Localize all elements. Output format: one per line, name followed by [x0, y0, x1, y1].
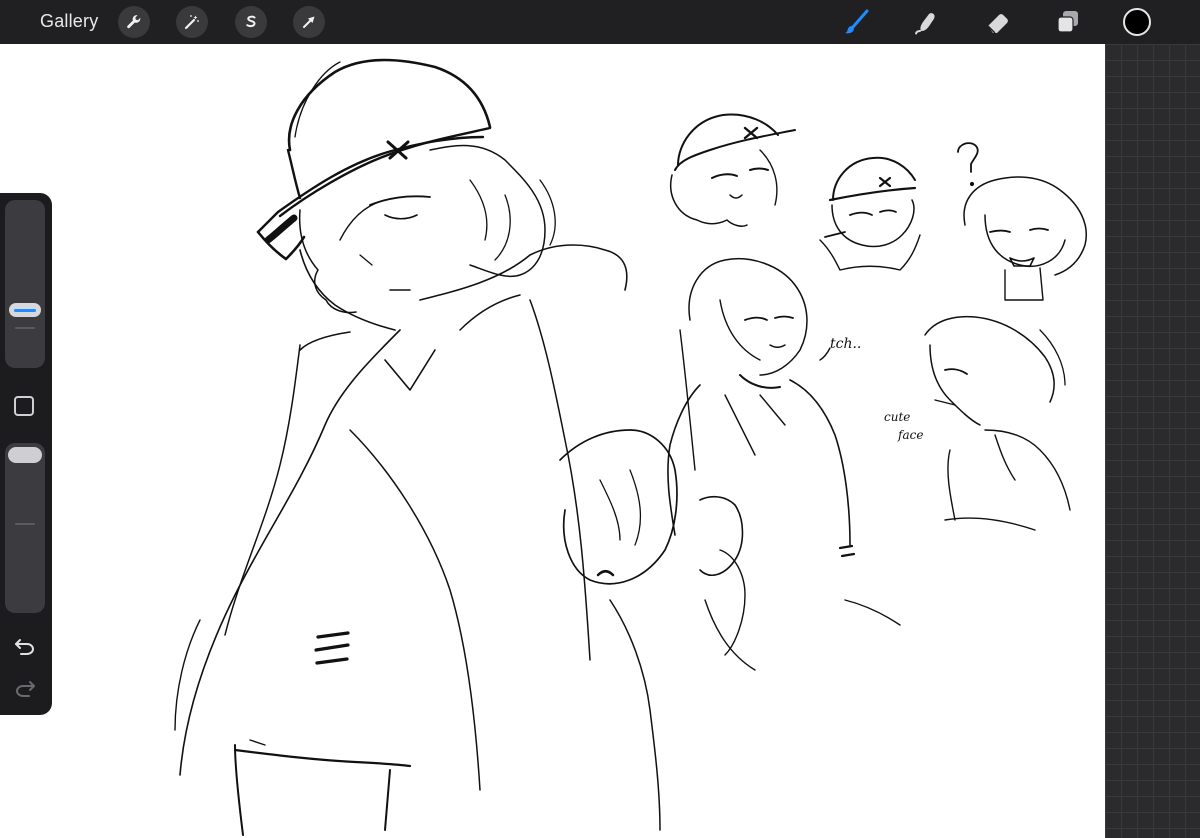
layers-icon: [1057, 11, 1078, 33]
layers-button[interactable]: [1051, 5, 1085, 39]
selection-button[interactable]: [235, 6, 267, 38]
opacity-thumb[interactable]: [8, 447, 42, 463]
slider-tick: [15, 523, 35, 525]
brush-icon: [845, 9, 869, 34]
color-button[interactable]: [1120, 5, 1154, 39]
gallery-button[interactable]: Gallery: [40, 11, 98, 32]
sketch-artwork: [174, 58, 1087, 836]
canvas-background-grid: [1105, 44, 1200, 838]
opacity-slider[interactable]: [5, 443, 45, 613]
adjustments-button[interactable]: [176, 6, 208, 38]
brush-size-thumb[interactable]: [9, 303, 41, 317]
brush-tool[interactable]: [840, 5, 874, 39]
annotation-tch: tch..: [830, 336, 862, 352]
redo-icon: [16, 681, 35, 697]
selection-icon: [246, 15, 256, 28]
annotation-cute: cute: [884, 410, 911, 424]
brush-size-slider[interactable]: [5, 200, 45, 368]
actions-button[interactable]: [118, 6, 150, 38]
color-swatch: [1123, 8, 1151, 36]
undo-icon: [15, 639, 34, 655]
top-toolbar: Gallery: [0, 0, 1200, 44]
transform-arrow-icon: [303, 16, 315, 28]
sidebar: [0, 193, 52, 715]
redo-button[interactable]: [10, 675, 40, 701]
annotation-face: face: [898, 428, 924, 442]
modify-button[interactable]: [14, 396, 34, 416]
undo-button[interactable]: [10, 633, 40, 659]
drawing-canvas[interactable]: tch.. cute face: [0, 44, 1105, 838]
transform-button[interactable]: [293, 6, 325, 38]
smudge-tool[interactable]: [910, 5, 944, 39]
magic-wand-icon: [184, 15, 199, 30]
smudge-icon: [915, 13, 935, 35]
wrench-icon: [127, 15, 141, 29]
slider-tick: [15, 327, 35, 329]
eraser-icon: [987, 14, 1008, 34]
eraser-tool[interactable]: [981, 5, 1015, 39]
